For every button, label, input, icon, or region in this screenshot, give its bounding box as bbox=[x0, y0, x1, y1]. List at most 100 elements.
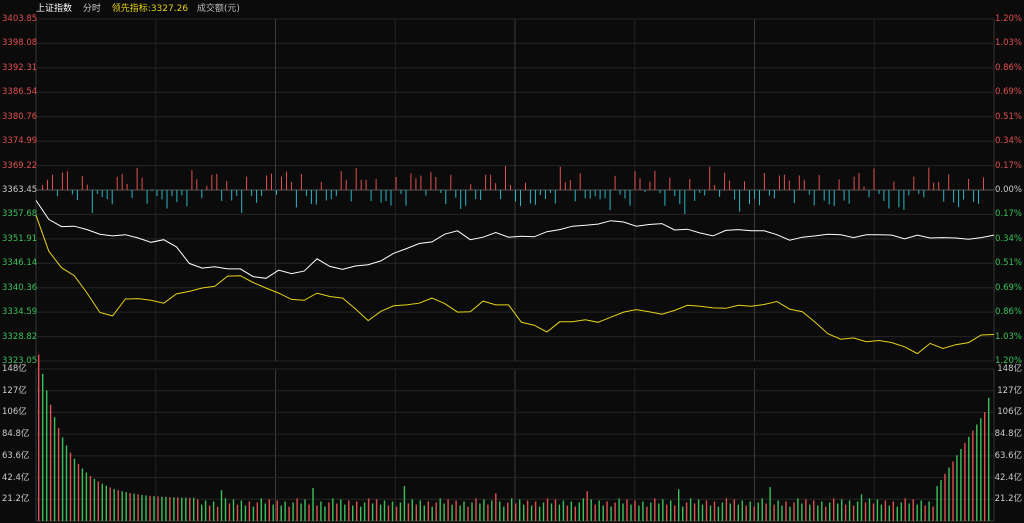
breadth-bar bbox=[261, 190, 263, 196]
price-tick-label: 3340.36 bbox=[2, 282, 38, 293]
volume-bar bbox=[61, 437, 64, 521]
volume-bar bbox=[630, 504, 632, 521]
volume-bar bbox=[447, 499, 449, 521]
breadth-bar bbox=[405, 190, 407, 206]
breadth-bar bbox=[928, 167, 930, 190]
breadth-bar bbox=[923, 190, 925, 198]
breadth-bar bbox=[430, 171, 432, 190]
breadth-bar bbox=[236, 190, 238, 196]
volume-tick-label: 127亿 bbox=[997, 385, 1022, 396]
volume-bar bbox=[781, 505, 783, 521]
volume-bar bbox=[125, 492, 127, 521]
breadth-bar bbox=[151, 190, 153, 192]
breadth-bar bbox=[858, 172, 860, 190]
pct-tick-label: 0.34% bbox=[994, 233, 1022, 244]
breadth-bar bbox=[968, 178, 970, 190]
volume-bar bbox=[463, 501, 465, 521]
volume-bar bbox=[383, 500, 386, 521]
breadth-bar bbox=[480, 190, 482, 200]
price-tick-label: 3392.31 bbox=[2, 62, 38, 73]
volume-bar bbox=[729, 503, 731, 521]
breadth-bar bbox=[166, 190, 168, 209]
volume-bar bbox=[701, 504, 704, 521]
breadth-bar bbox=[783, 174, 785, 190]
intraday-chart[interactable] bbox=[0, 0, 1024, 523]
volume-bar bbox=[685, 502, 688, 521]
volume-bar bbox=[77, 463, 80, 521]
breadth-bar bbox=[445, 190, 447, 205]
volume-bar bbox=[97, 481, 99, 521]
breadth-bar bbox=[828, 190, 830, 205]
breadth-bar bbox=[335, 190, 337, 197]
breadth-bar bbox=[515, 190, 516, 202]
volume-bar bbox=[42, 373, 44, 521]
breadth-bar bbox=[594, 190, 596, 197]
volume-bar bbox=[137, 494, 139, 521]
volume-bar bbox=[530, 505, 533, 521]
volume-bar bbox=[113, 488, 115, 521]
pct-tick-label: 0.17% bbox=[994, 209, 1022, 220]
breadth-bar bbox=[958, 190, 960, 208]
breadth-bar bbox=[778, 175, 780, 190]
volume-bar bbox=[85, 472, 88, 521]
volume-bar bbox=[562, 500, 565, 521]
volume-bar bbox=[173, 497, 175, 521]
breadth-bar bbox=[276, 190, 277, 195]
breadth-bar bbox=[664, 190, 666, 206]
volume-bar bbox=[745, 505, 747, 521]
volume-bar bbox=[371, 503, 374, 521]
breadth-bar bbox=[863, 186, 865, 190]
breadth-bar bbox=[649, 181, 651, 190]
volume-bar bbox=[817, 505, 819, 521]
breadth-bar bbox=[938, 181, 940, 190]
volume-bar bbox=[598, 500, 600, 521]
volume-bar bbox=[435, 502, 437, 521]
volume-bar bbox=[558, 504, 561, 521]
volume-bar bbox=[980, 418, 982, 521]
breadth-bar bbox=[460, 190, 462, 209]
volume-bar bbox=[491, 500, 493, 521]
volume-bar bbox=[81, 468, 84, 521]
volume-bar bbox=[260, 498, 262, 521]
volume-bar bbox=[932, 506, 934, 521]
breadth-bar bbox=[978, 190, 979, 204]
volume-bar bbox=[320, 501, 322, 521]
breadth-bar bbox=[365, 179, 367, 190]
breadth-bar bbox=[490, 174, 492, 190]
breadth-bar bbox=[121, 173, 123, 190]
breadth-bar bbox=[86, 184, 88, 190]
volume-bar bbox=[69, 452, 72, 521]
volume-bar bbox=[872, 503, 875, 521]
breadth-bar bbox=[754, 190, 755, 199]
volume-bar bbox=[344, 504, 346, 521]
breadth-bar bbox=[634, 171, 636, 190]
volume-bar bbox=[793, 502, 795, 521]
volume-bar bbox=[73, 458, 76, 521]
volume-bar bbox=[976, 424, 978, 521]
price-tick-label: 3328.82 bbox=[2, 331, 38, 342]
breadth-bar bbox=[798, 175, 800, 190]
breadth-bar bbox=[629, 190, 631, 206]
volume-bar bbox=[340, 499, 342, 521]
volume-bar bbox=[920, 500, 922, 521]
breadth-bar bbox=[76, 190, 78, 201]
breadth-bar bbox=[973, 190, 975, 202]
volume-bar bbox=[833, 498, 835, 521]
breadth-bar bbox=[669, 177, 671, 190]
volume-bar bbox=[682, 506, 684, 521]
price-tick-label: 3380.76 bbox=[2, 111, 38, 122]
breadth-bar bbox=[510, 185, 511, 190]
breadth-bar bbox=[888, 190, 890, 209]
breadth-bar bbox=[171, 190, 173, 197]
volume-bar bbox=[638, 505, 640, 521]
breadth-bar bbox=[146, 190, 148, 204]
breadth-bar bbox=[933, 182, 935, 190]
volume-tick-label: 127亿 bbox=[2, 385, 27, 396]
breadth-bar bbox=[609, 190, 611, 211]
breadth-bar bbox=[549, 190, 551, 193]
volume-bar bbox=[391, 501, 394, 521]
breadth-bar bbox=[330, 190, 332, 200]
breadth-bar bbox=[91, 190, 93, 213]
volume-bar bbox=[503, 506, 505, 521]
volume-bar bbox=[224, 498, 227, 521]
